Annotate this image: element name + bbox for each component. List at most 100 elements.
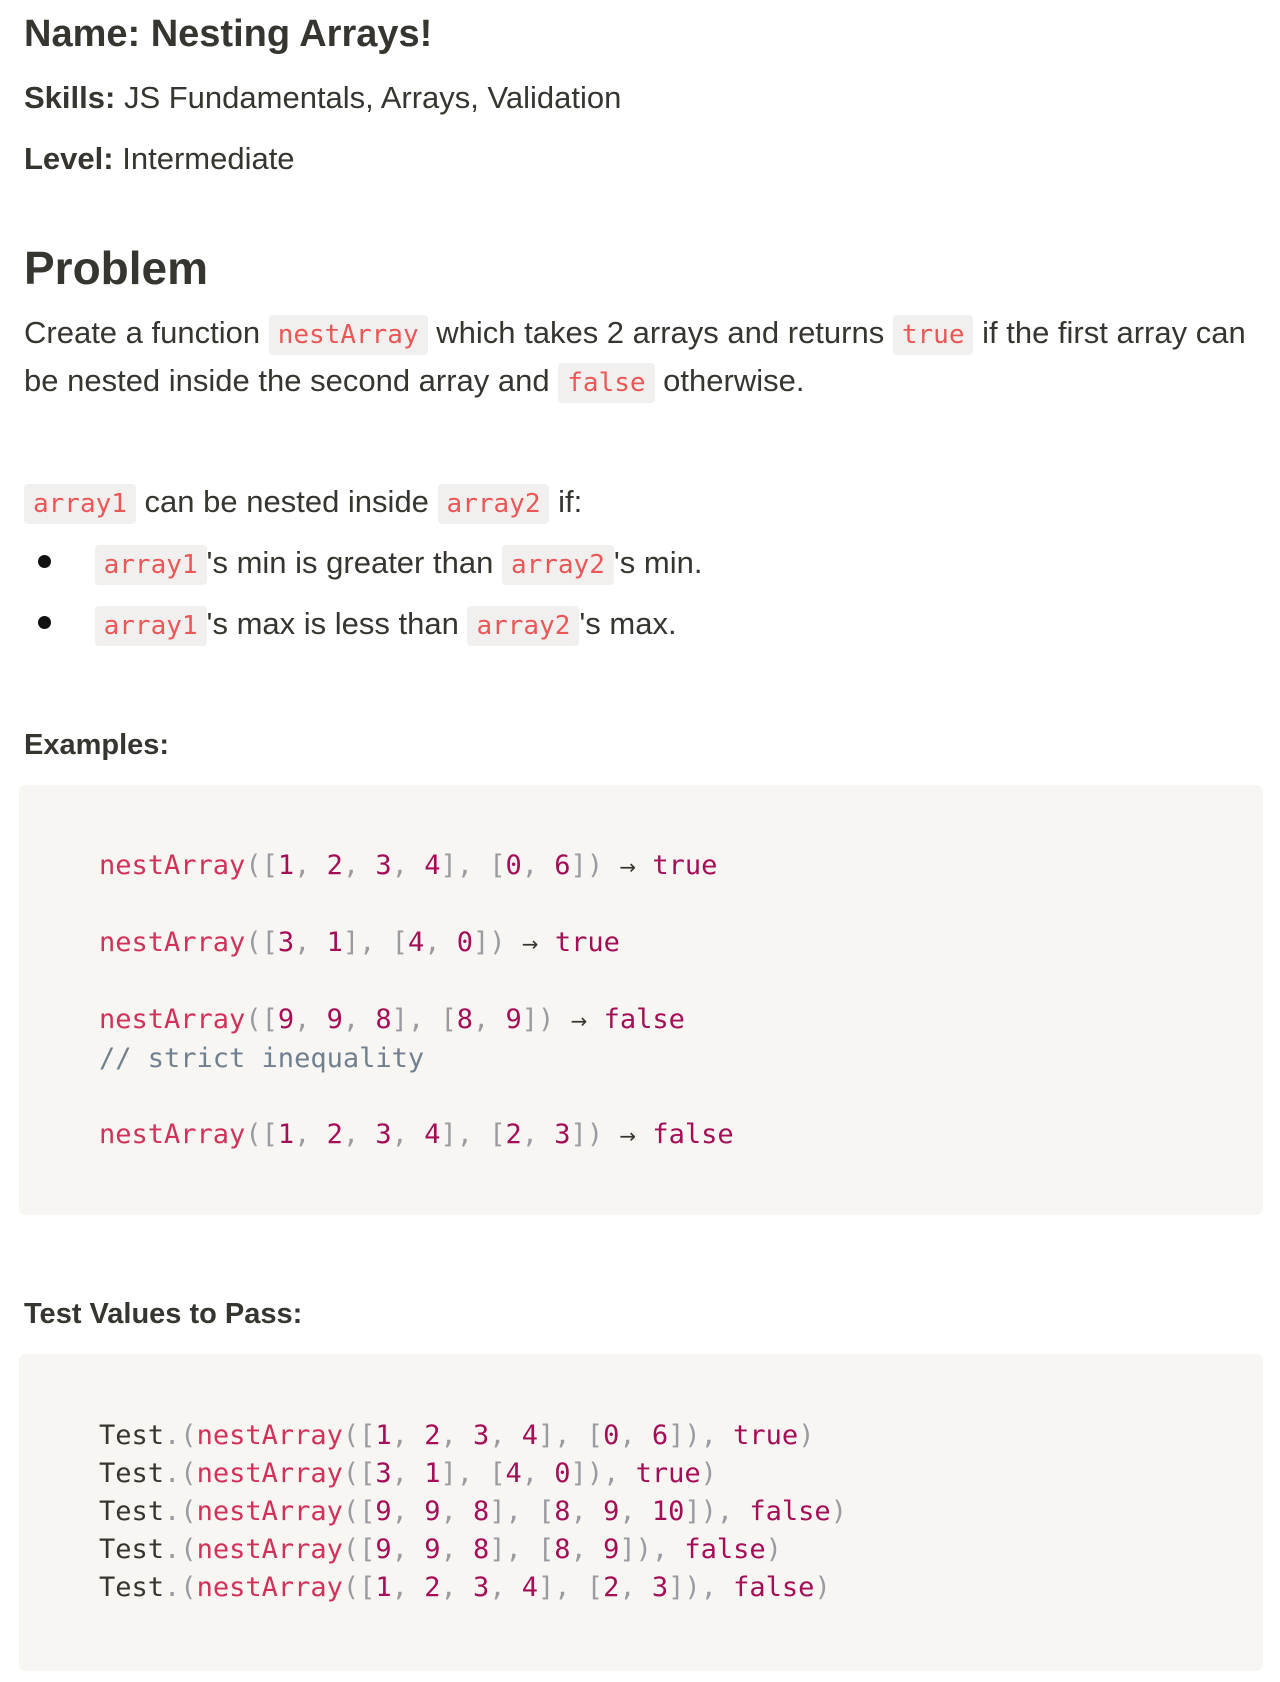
expected-result: false <box>652 1119 734 1150</box>
array1-value: 9 <box>424 1534 441 1565</box>
code-function-name: nestArray <box>196 1572 343 1603</box>
comma: , <box>489 1572 522 1603</box>
condition-text-1: can be nested inside <box>144 484 429 519</box>
bracket: ] <box>391 1004 408 1035</box>
comma: , <box>521 1458 555 1489</box>
inline-code-false: false <box>558 363 655 403</box>
comma: , <box>554 1572 587 1603</box>
bullet-text: 's max. <box>579 606 677 641</box>
comma: , <box>716 1496 750 1527</box>
comma: , <box>570 1534 604 1565</box>
paren: ( <box>245 927 262 958</box>
array1-value: 1 <box>424 1458 441 1489</box>
comma: , <box>391 1420 425 1451</box>
bracket: [ <box>586 1420 604 1451</box>
comma: , <box>424 927 457 958</box>
array1-value: 9 <box>375 1496 392 1527</box>
array1-value: 8 <box>472 1496 490 1527</box>
comma: , <box>440 1496 473 1527</box>
tests-heading: Test Values to Pass: <box>24 1298 303 1330</box>
code-function-name: nestArray <box>99 1004 246 1035</box>
bullet-item: array1's min is greater than array2's mi… <box>24 540 702 588</box>
bracket: ] <box>668 1572 685 1603</box>
array1-value: 2 <box>424 1572 441 1603</box>
array2-value: 8 <box>554 1496 571 1527</box>
bullet-dot-icon <box>38 555 51 569</box>
array1-value: 3 <box>277 927 295 958</box>
examples-code-block[interactable]: nestArray([1, 2, 3, 4], [0, 6]) → true n… <box>19 785 1263 1215</box>
bracket: [ <box>538 1496 555 1527</box>
paren: ( <box>180 1458 197 1489</box>
comma: , <box>521 850 555 881</box>
code-function-name: nestArray <box>99 927 246 958</box>
skills-value: JS Fundamentals, Arrays, Validation <box>123 80 622 115</box>
inline-code-nestarray: nestArray <box>268 315 428 355</box>
bracket: [ <box>489 850 506 881</box>
problem-text-1: Create a function <box>24 315 261 350</box>
comma: , <box>505 1534 539 1565</box>
problem-text-2: which takes 2 arrays and returns <box>436 315 885 350</box>
expected-result: false <box>684 1534 766 1565</box>
array2-value: 2 <box>603 1572 620 1603</box>
array1-value: 9 <box>375 1534 392 1565</box>
array1-value: 2 <box>326 1119 343 1150</box>
array1-value: 1 <box>277 1119 295 1150</box>
bracket: [ <box>586 1572 604 1603</box>
array2-value: 0 <box>603 1420 620 1451</box>
paren: ) <box>538 1004 555 1035</box>
paren: ) <box>684 1420 701 1451</box>
paren: ( <box>180 1420 197 1451</box>
comma: , <box>700 1420 734 1451</box>
array2-value: 0 <box>505 850 522 881</box>
array1-value: 4 <box>424 1119 441 1150</box>
bracket: [ <box>359 1572 376 1603</box>
comma: , <box>440 1534 473 1565</box>
bracket: [ <box>261 1004 278 1035</box>
comma: , <box>570 1496 604 1527</box>
test-object: Test <box>99 1572 165 1603</box>
comma: , <box>391 1119 425 1150</box>
inline-code-array1: array1 <box>24 484 136 524</box>
array1-value: 1 <box>375 1572 392 1603</box>
comma: , <box>651 1534 685 1565</box>
tests-code-block[interactable]: Test.(nestArray([1, 2, 3, 4], [0, 6]), t… <box>19 1354 1263 1671</box>
comma: , <box>391 1572 425 1603</box>
title-line: Name: Nesting Arrays! <box>24 14 432 54</box>
bracket: [ <box>489 1119 506 1150</box>
code-function-name: nestArray <box>196 1496 343 1527</box>
array1-value: 9 <box>326 1004 343 1035</box>
array2-value: 4 <box>407 927 425 958</box>
paren: ) <box>635 1534 652 1565</box>
comma: , <box>342 850 376 881</box>
array1-value: 3 <box>375 1119 392 1150</box>
comma: , <box>294 850 327 881</box>
level-label: Level: <box>24 141 114 176</box>
bullet-dot-icon <box>38 616 51 630</box>
comma: , <box>407 1004 441 1035</box>
paren: ( <box>245 1004 262 1035</box>
nesting-condition: array1 can be nested inside array2 if: <box>24 479 1264 527</box>
bullet-item: array1's max is less than array2's max. <box>24 601 677 649</box>
skills-line: Skills: JS Fundamentals, Arrays, Validat… <box>24 78 621 118</box>
comma: , <box>700 1572 734 1603</box>
bracket: ] <box>570 1458 587 1489</box>
example-line: nestArray([3, 1], [4, 0]) → true <box>99 927 620 958</box>
paren: ( <box>342 1534 360 1565</box>
comma: , <box>521 1119 555 1150</box>
comma: , <box>342 1004 376 1035</box>
bracket: ] <box>342 927 360 958</box>
expected-result: true <box>554 927 620 958</box>
array2-value: 9 <box>505 1004 522 1035</box>
array2-value: 8 <box>456 1004 473 1035</box>
arrow-icon: → <box>619 855 637 879</box>
inline-code-array1: array1 <box>94 545 207 585</box>
array1-value: 3 <box>472 1572 490 1603</box>
test-object: Test <box>99 1420 165 1451</box>
expected-result: true <box>652 850 718 881</box>
array1-value: 8 <box>472 1534 490 1565</box>
bracket: [ <box>261 927 278 958</box>
bullet-text: 's min. <box>613 545 703 580</box>
paren: ( <box>342 1572 360 1603</box>
condition-text-2: if: <box>558 484 583 519</box>
comma: , <box>603 1458 636 1489</box>
